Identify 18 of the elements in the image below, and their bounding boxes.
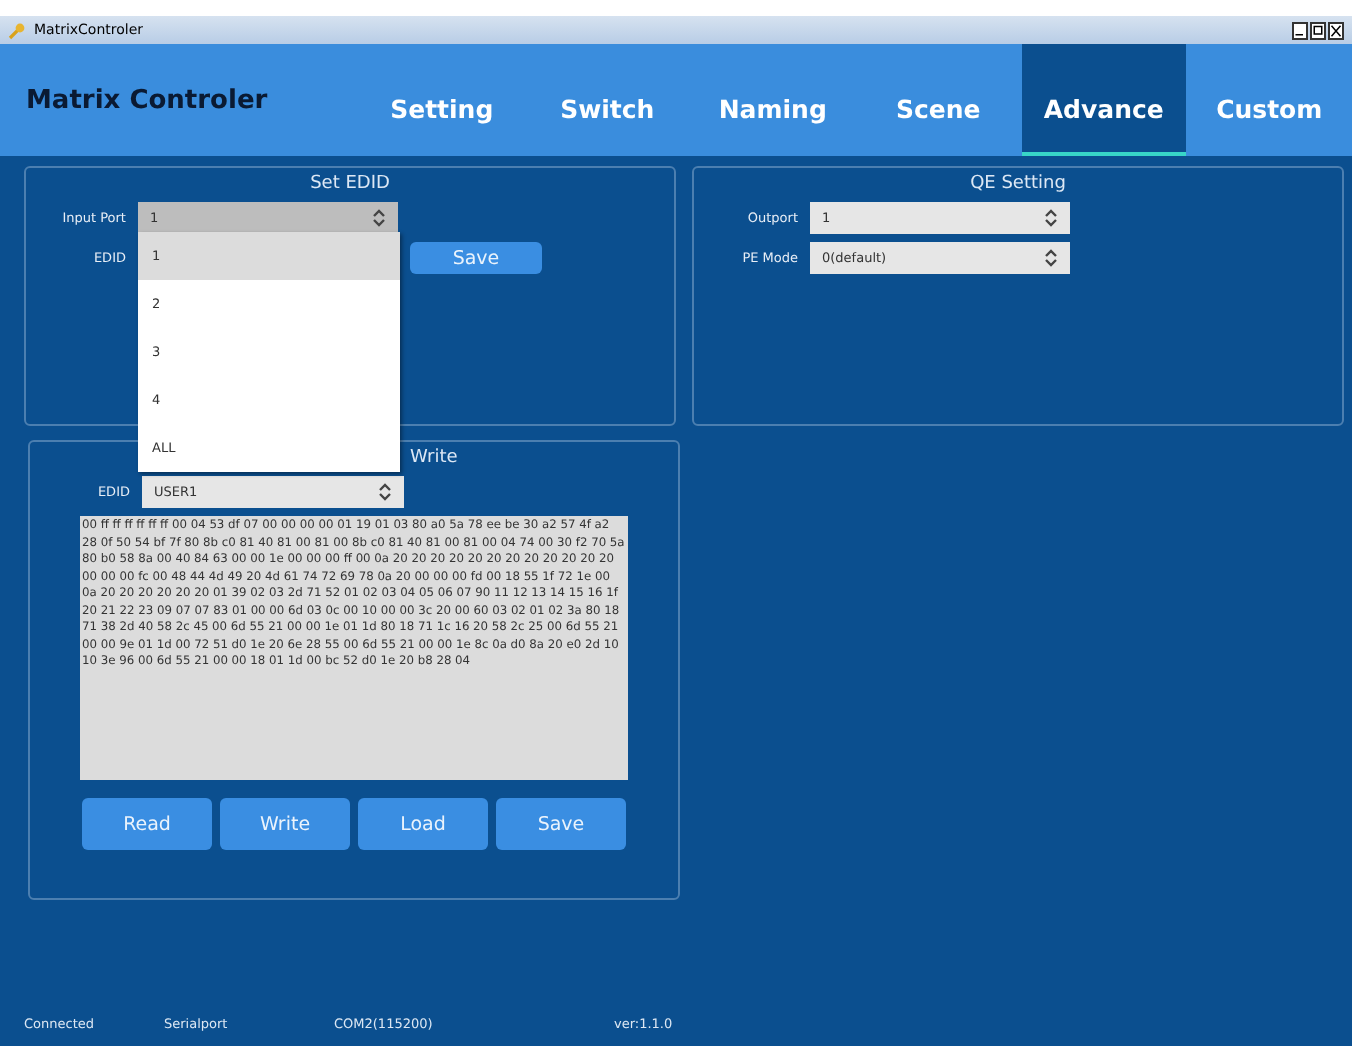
panel-title: Write (410, 448, 458, 468)
nav-tab[interactable]: Switch (524, 44, 690, 156)
nav-tab[interactable]: Custom (1186, 44, 1352, 156)
nav-tab[interactable]: Naming (690, 44, 856, 156)
app-title: Matrix Controler (24, 83, 270, 119)
panel-title: QE Setting (970, 174, 1066, 194)
spinner-arrows-icon (378, 482, 392, 502)
maximize-button[interactable] (1310, 21, 1326, 39)
nav-tab[interactable]: Scene (855, 44, 1021, 156)
minimize-button[interactable] (1292, 21, 1308, 39)
nav-tab[interactable]: Advance (1021, 44, 1187, 156)
spinner-arrows-icon (1044, 208, 1058, 228)
key-icon (8, 21, 26, 39)
spinner-arrows-icon (372, 208, 386, 228)
nav-tab[interactable]: Setting (359, 44, 525, 156)
close-button[interactable] (1328, 21, 1344, 39)
spinner-arrows-icon (1044, 248, 1058, 268)
panel-title: Set EDID (310, 174, 390, 194)
